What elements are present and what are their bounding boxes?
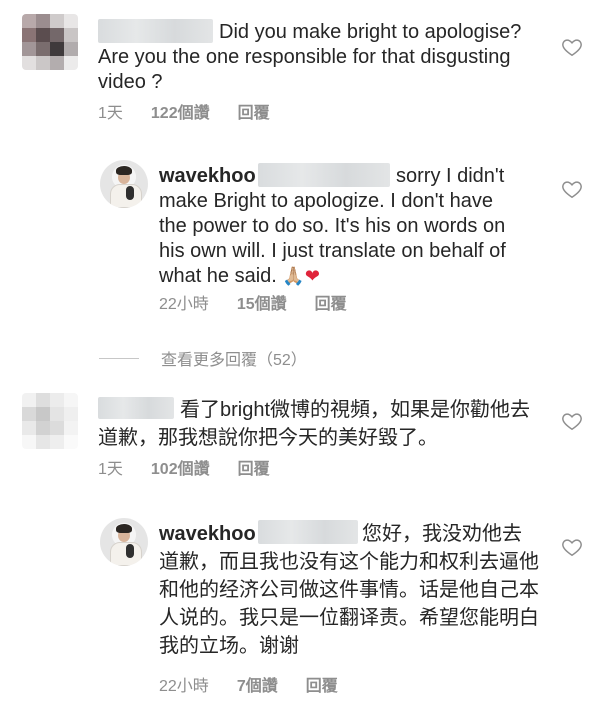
reply-text: what he said. 🙏🏼❤: [159, 264, 320, 288]
avatar[interactable]: [100, 160, 148, 208]
redacted-text: [258, 520, 358, 544]
comment-text: 道歉，那我想說你把今天的美好毀了。: [98, 427, 438, 449]
comment-meta: 1天 102個讚 回覆: [98, 460, 298, 480]
comment-text: Are you the one responsible for that dis…: [98, 46, 511, 68]
reply-text: 和他的经济公司做这件事情。话是他自己本: [159, 579, 539, 601]
comment-time: 22小時: [159, 678, 209, 695]
comment-text: Did you make bright to apologise?: [219, 21, 522, 43]
redacted-username: [98, 397, 174, 419]
comment-text: 看了bright微博的視頻，如果是你勸他去: [180, 399, 531, 421]
avatar[interactable]: [100, 518, 148, 566]
reply-button[interactable]: 回覆: [238, 104, 270, 124]
reply-text: his own will. I just translate on behalf…: [159, 240, 506, 262]
divider-line: [99, 357, 139, 359]
comment-time: 1天: [98, 105, 123, 122]
view-more-replies[interactable]: 查看更多回覆（52）: [99, 346, 307, 370]
reply-text: 我的立场。谢谢: [159, 635, 299, 657]
comment-meta: 1天 122個讚 回覆: [98, 104, 298, 124]
reply-text: 道歉，而且我也没有这个能力和权利去逼他: [159, 551, 539, 573]
redacted-text: [258, 163, 390, 187]
like-heart-icon[interactable]: [561, 410, 583, 432]
like-heart-icon[interactable]: [561, 36, 583, 58]
reply-text: make Bright to apologize. I don't have: [159, 190, 494, 212]
reply-button[interactable]: 回覆: [315, 295, 347, 315]
comment-time: 1天: [98, 461, 123, 478]
like-heart-icon[interactable]: [561, 536, 583, 558]
likes-count[interactable]: 7個讚: [237, 677, 278, 697]
heart-emoji: ❤: [304, 266, 320, 286]
avatar[interactable]: [22, 14, 78, 70]
reply-username[interactable]: wavekhoo: [159, 164, 256, 188]
comment-meta: 22小時 7個讚 回覆: [159, 677, 366, 697]
reply-text-end: what he said.: [159, 265, 277, 287]
like-heart-icon[interactable]: [561, 178, 583, 200]
reply-text: the power to do so. It's his on words on: [159, 215, 506, 237]
comment-text: video ?: [98, 71, 163, 93]
likes-count[interactable]: 102個讚: [151, 460, 210, 480]
avatar[interactable]: [22, 393, 78, 449]
reply-text: 人说的。我只是一位翻译责。希望您能明白: [159, 607, 539, 629]
reply-username[interactable]: wavekhoo: [159, 522, 256, 546]
pray-emoji: 🙏🏼: [282, 266, 305, 286]
comment-meta: 22小時 15個讚 回覆: [159, 295, 375, 315]
reply-text: 您好，我没劝他去: [362, 523, 522, 545]
view-more-label[interactable]: 查看更多回覆（52）: [161, 346, 307, 370]
comment-time: 22小時: [159, 296, 209, 313]
reply-button[interactable]: 回覆: [238, 460, 270, 480]
redacted-username: [98, 19, 213, 43]
reply-button[interactable]: 回覆: [306, 677, 338, 697]
reply-text: sorry I didn't: [396, 165, 505, 187]
likes-count[interactable]: 15個讚: [237, 295, 287, 315]
likes-count[interactable]: 122個讚: [151, 104, 210, 124]
